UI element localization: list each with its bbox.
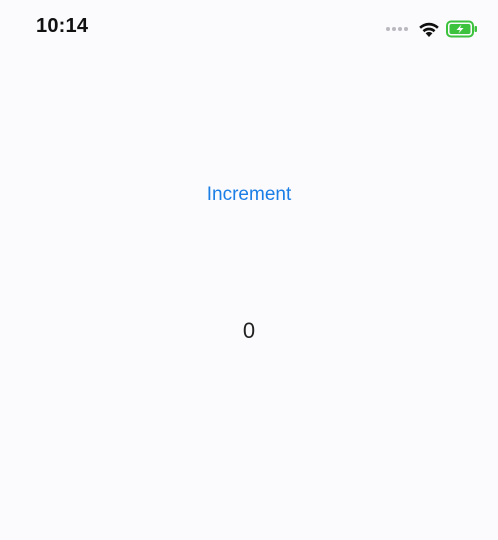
- app-screen: 10:14 Increment 0: [0, 0, 498, 540]
- status-bar: 10:14: [0, 0, 498, 56]
- wifi-icon: [419, 22, 439, 37]
- increment-button[interactable]: Increment: [0, 184, 498, 206]
- status-icons: [386, 19, 478, 39]
- cellular-signal-icon: [386, 27, 410, 31]
- status-time: 10:14: [36, 15, 89, 37]
- counter-value: 0: [242, 318, 256, 343]
- battery-charging-icon: [446, 20, 477, 38]
